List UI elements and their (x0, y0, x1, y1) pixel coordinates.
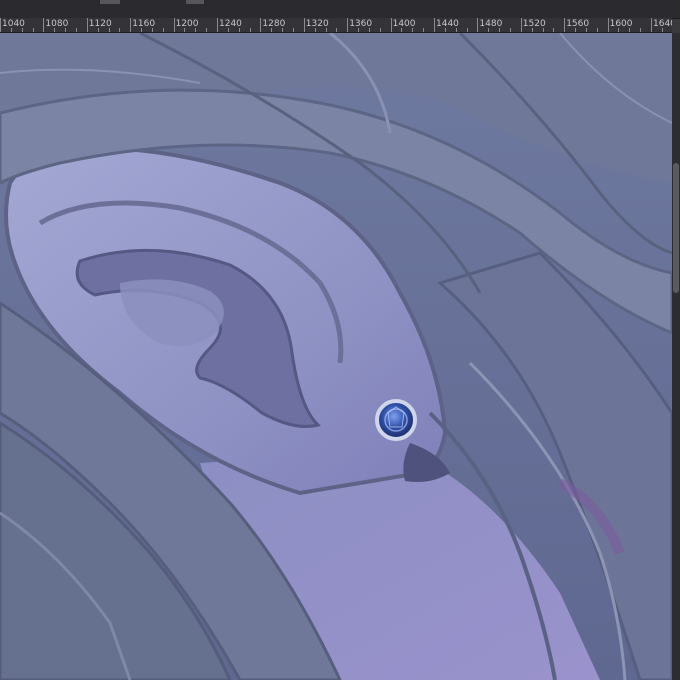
ruler-major-tick (43, 18, 45, 32)
ruler-minor-tick (542, 28, 544, 32)
ruler-minor-tick (65, 28, 67, 32)
ruler-minor-tick (97, 28, 99, 32)
ruler-minor-tick (444, 28, 446, 32)
ruler-minor-tick (575, 28, 577, 32)
ruler-minor-tick (379, 28, 381, 32)
ruler-major-tick (173, 18, 175, 32)
vertical-scrollbar[interactable] (672, 33, 680, 680)
ruler-minor-tick (282, 28, 284, 32)
ruler-minor-tick (184, 28, 186, 32)
ruler-minor-tick (531, 28, 533, 32)
ruler-minor-tick (195, 28, 197, 32)
ruler-minor-tick (238, 28, 240, 32)
ruler-minor-tick (509, 28, 511, 32)
tab-edge[interactable] (186, 0, 204, 4)
ruler-minor-tick (314, 28, 316, 32)
ruler-major-tick (607, 18, 609, 32)
ruler-minor-tick (292, 28, 294, 32)
ruler-major-tick (520, 18, 522, 32)
ruler-minor-tick (640, 28, 642, 32)
artwork (0, 33, 672, 680)
ruler-major-tick (0, 18, 1, 32)
horizontal-ruler[interactable]: 1040 1080 1120 1160 1200 1240 1280 1320 1360 1400… (0, 18, 672, 33)
ruler-major-tick (651, 18, 652, 32)
ruler-minor-tick (32, 28, 34, 32)
ruler-major-tick (390, 18, 392, 32)
ruler-minor-tick (585, 28, 587, 32)
toolbar-strip (0, 0, 680, 19)
ruler-major-tick (130, 18, 132, 32)
ruler-major-tick (303, 18, 305, 32)
ruler-minor-tick (21, 28, 23, 32)
ruler-minor-tick (151, 28, 153, 32)
ruler-minor-tick (358, 28, 360, 32)
ruler-major-tick (86, 18, 88, 32)
ruler-minor-tick (368, 28, 370, 32)
ruler-minor-tick (162, 28, 164, 32)
ruler-minor-tick (75, 28, 77, 32)
ruler-major-tick (434, 18, 435, 32)
scrollbar-thumb[interactable] (673, 163, 679, 293)
ruler-minor-tick (412, 28, 414, 32)
ruler-minor-tick (488, 28, 490, 32)
ruler-minor-tick (596, 28, 598, 32)
ruler-minor-tick (423, 28, 425, 32)
ruler-major-tick (477, 18, 479, 32)
ruler-minor-tick (336, 28, 338, 32)
ruler-minor-tick (401, 28, 403, 32)
ruler-minor-tick (629, 28, 631, 32)
ruler-minor-tick (227, 28, 229, 32)
ruler-minor-tick (249, 28, 251, 32)
ruler-minor-tick (54, 28, 56, 32)
ruler-major-tick (260, 18, 262, 32)
ruler-minor-tick (618, 28, 620, 32)
ruler-major-tick (564, 18, 566, 32)
ruler-minor-tick (466, 28, 468, 32)
earring (375, 399, 417, 441)
ruler-minor-tick (499, 28, 501, 32)
ruler-minor-tick (10, 28, 12, 32)
ruler-major-tick (217, 18, 218, 32)
ruler-minor-tick (141, 28, 143, 32)
ruler-minor-tick (325, 28, 327, 32)
tab-edge[interactable] (100, 0, 120, 4)
ruler-minor-tick (553, 28, 555, 32)
drawing-canvas[interactable] (0, 33, 672, 680)
ruler-minor-tick (206, 28, 208, 32)
ruler-minor-tick (271, 28, 273, 32)
ruler-minor-tick (455, 28, 457, 32)
ruler-minor-tick (108, 28, 110, 32)
ruler-minor-tick (661, 28, 663, 32)
ruler-major-tick (347, 18, 349, 32)
ruler-minor-tick (119, 28, 121, 32)
